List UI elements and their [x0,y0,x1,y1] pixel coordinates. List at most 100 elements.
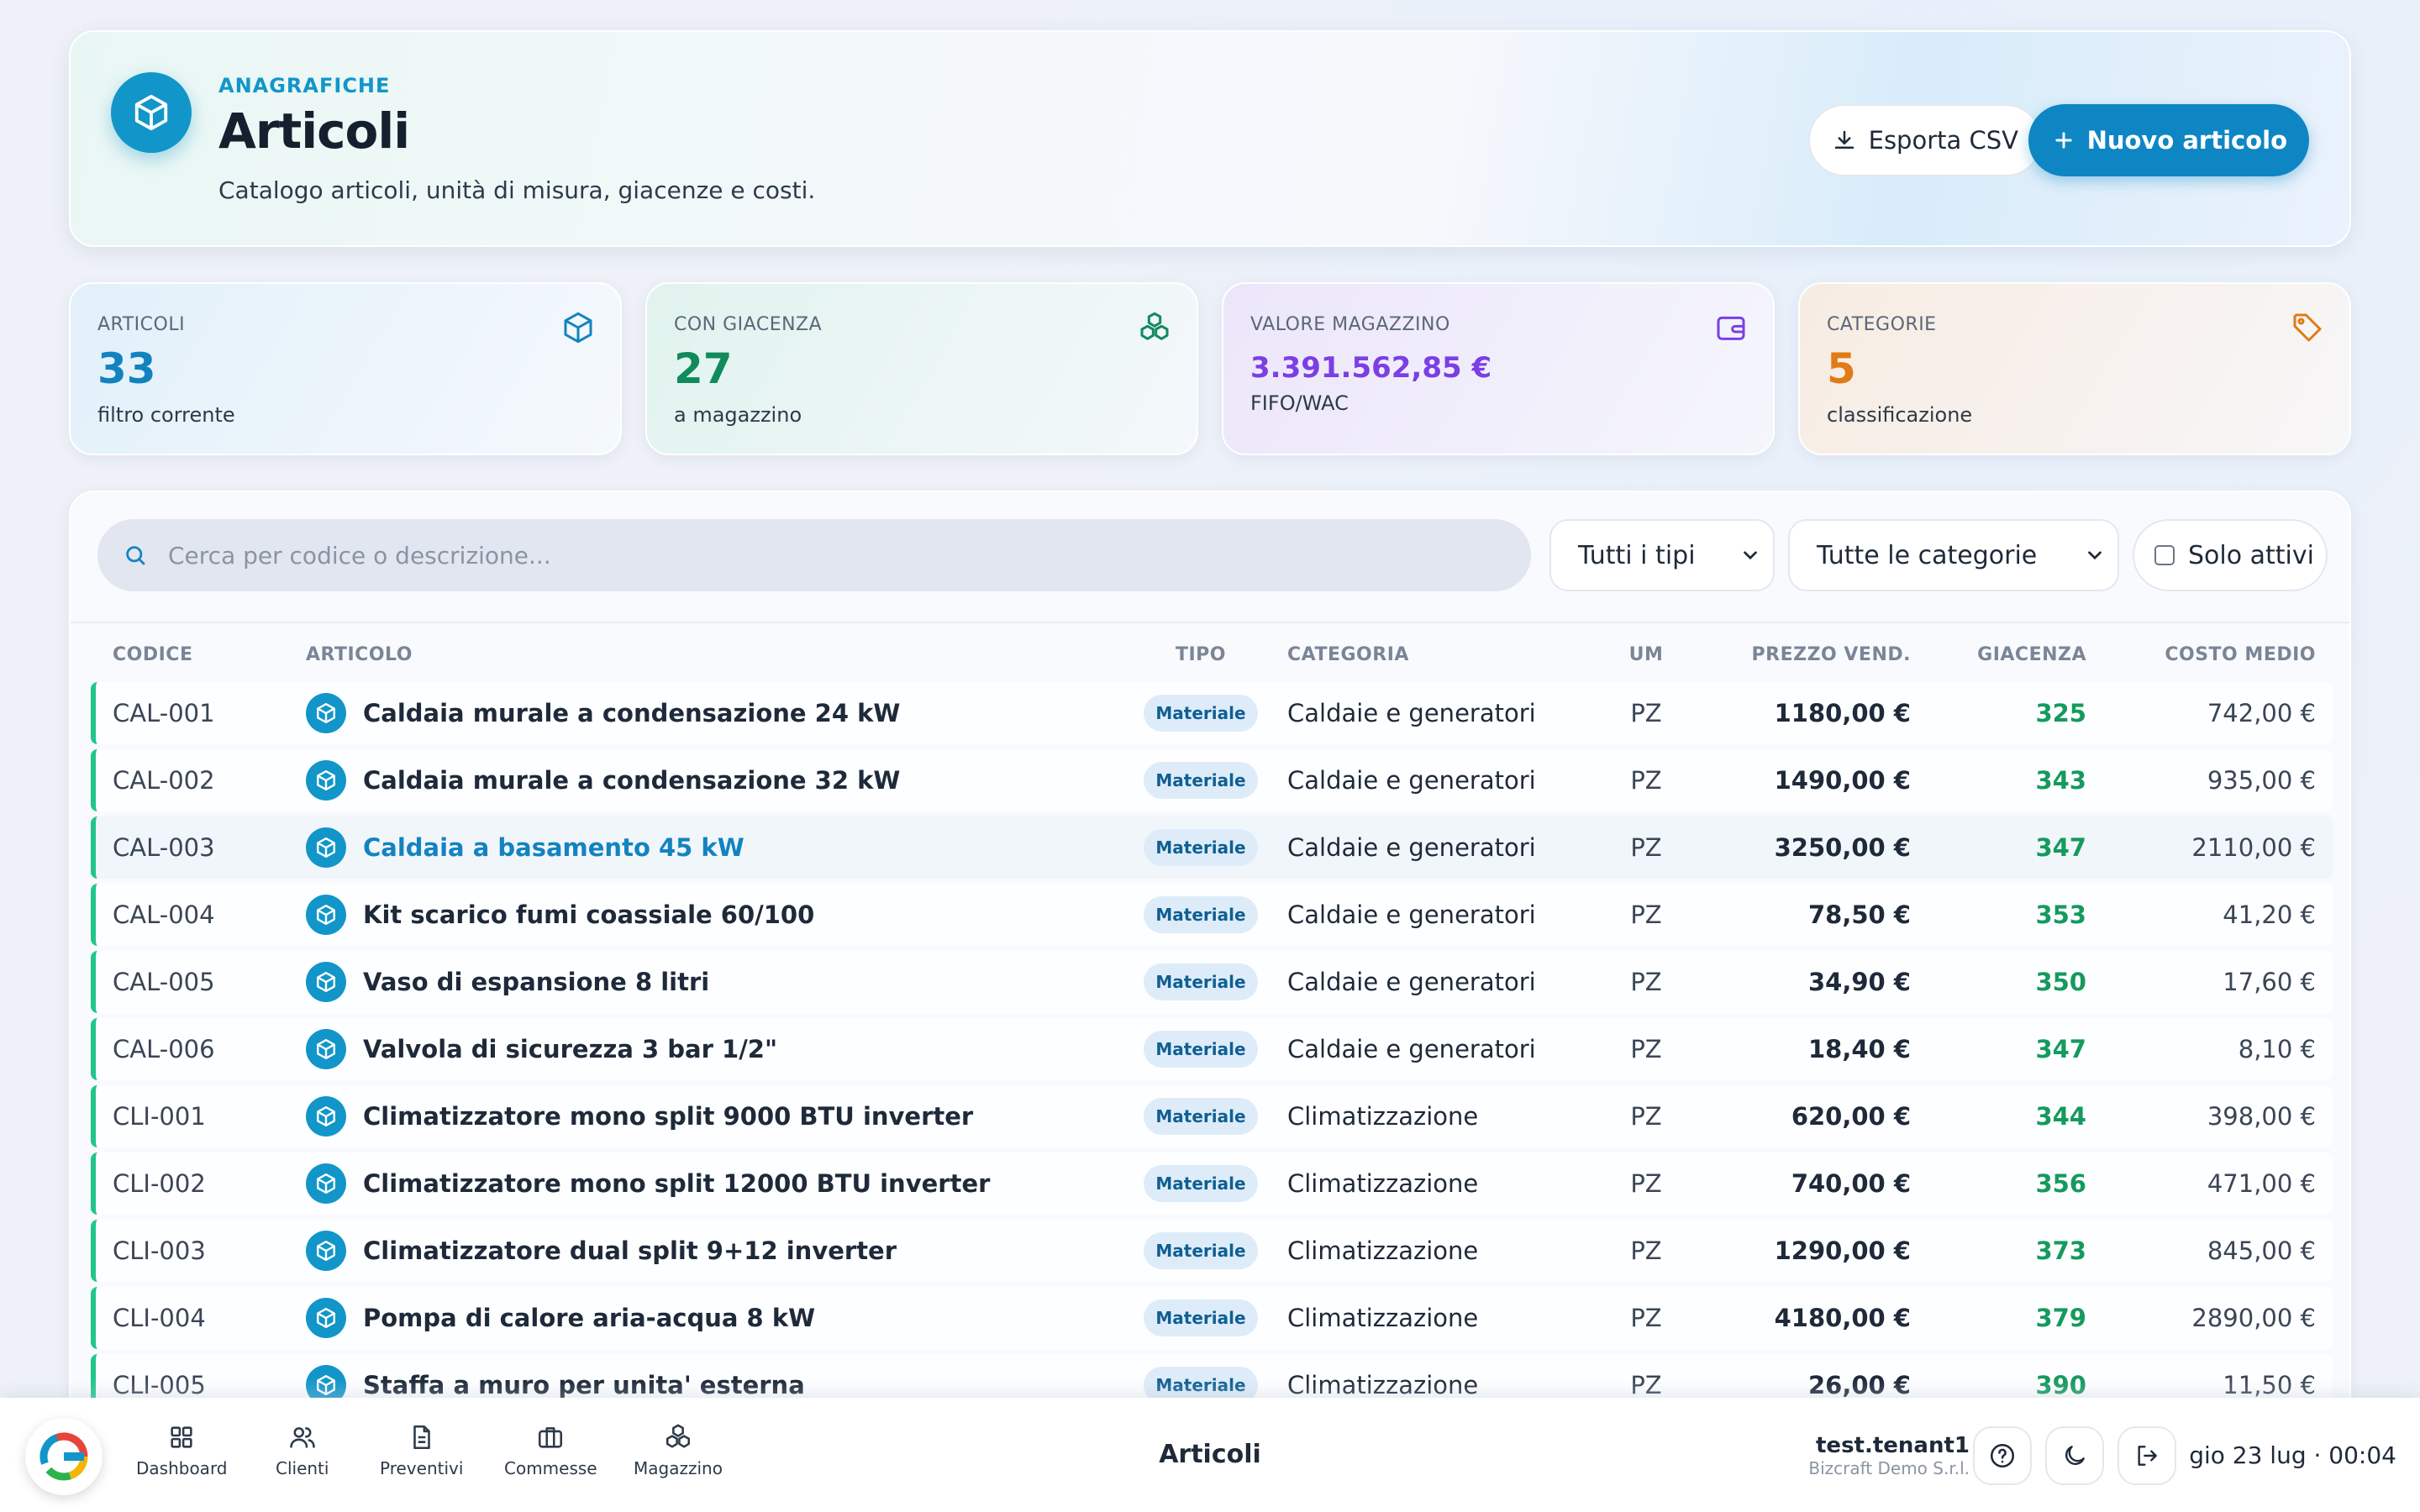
new-article-button[interactable]: Nuovo articolo [2028,104,2309,176]
cell-code: CAL-001 [91,682,306,744]
active-only-toggle[interactable]: Solo attivi [2133,519,2328,591]
col-header-type[interactable]: TIPO [1138,632,1264,677]
col-header-um[interactable]: UM [1600,632,1692,677]
table-header: CODICE ARTICOLO TIPO CATEGORIA UM PREZZO… [91,632,2333,677]
table-row[interactable]: CLI-001 Climatizzatore mono split 9000 BT… [91,1085,2333,1147]
cell-stock: 347 [1911,1018,2086,1080]
help-button[interactable] [1973,1426,2032,1485]
user-info[interactable]: test.tenant1 Bizcraft Demo S.r.l. [1808,1433,1970,1478]
article-name[interactable]: Caldaia murale a condensazione 24 kW [363,699,900,727]
cell-price: 3250,00 € [1692,816,1911,879]
cube-icon [306,1231,346,1271]
cube-icon [306,1163,346,1204]
cell-avg-cost: 471,00 € [2086,1152,2333,1215]
logout-button[interactable] [2118,1426,2176,1485]
article-name[interactable]: Valvola di sicurezza 3 bar 1/2" [363,1035,777,1063]
stat-value: 5 [1827,344,1856,393]
cell-article[interactable]: Caldaia murale a condensazione 32 kW [306,749,1138,811]
cell-article[interactable]: Climatizzatore mono split 9000 BTU inver… [306,1085,1138,1147]
article-name[interactable]: Climatizzatore dual split 9+12 inverter [363,1236,897,1265]
cell-um: PZ [1600,816,1692,879]
cell-price: 1490,00 € [1692,749,1911,811]
table-row[interactable]: CLI-003 Climatizzatore dual split 9+12 in… [91,1220,2333,1282]
cell-article[interactable]: Pompa di calore aria-acqua 8 kW [306,1287,1138,1349]
cell-avg-cost: 845,00 € [2086,1220,2333,1282]
cell-um: PZ [1600,884,1692,946]
article-name[interactable]: Vaso di espansione 8 litri [363,968,709,996]
cell-price: 1180,00 € [1692,682,1911,744]
cube-icon [306,693,346,733]
category-select[interactable]: Tutte le categorie [1788,519,2119,591]
export-csv-label: Esporta CSV [1868,126,2018,155]
type-badge: Materiale [1144,762,1258,799]
new-article-label: Nuovo articolo [2086,126,2287,155]
article-name[interactable]: Pompa di calore aria-acqua 8 kW [363,1304,815,1332]
article-name[interactable]: Climatizzatore mono split 12000 BTU inve… [363,1169,990,1198]
cell-article[interactable]: Vaso di espansione 8 litri [306,951,1138,1013]
stat-value: 33 [97,344,156,393]
search-input[interactable] [168,541,1428,570]
cell-avg-cost: 398,00 € [2086,1085,2333,1147]
cell-code: CLI-004 [91,1287,306,1349]
cell-article[interactable]: Climatizzatore mono split 12000 BTU inve… [306,1152,1138,1215]
cell-type: Materiale [1138,884,1264,946]
article-name[interactable]: Kit scarico fumi coassiale 60/100 [363,900,814,929]
chevron-down-icon [1744,551,1757,560]
plus-icon [2054,132,2072,149]
cell-price: 4180,00 € [1692,1287,1911,1349]
cell-code: CLI-001 [91,1085,306,1147]
export-csv-button[interactable]: Esporta CSV [1807,104,2042,176]
table-row[interactable]: CLI-004 Pompa di calore aria-acqua 8 kW Ma… [91,1287,2333,1349]
wallet-icon [1717,316,1745,340]
table-row[interactable]: CAL-006 Valvola di sicurezza 3 bar 1/2" Ma… [91,1018,2333,1080]
active-only-checkbox[interactable] [2154,545,2175,565]
cell-type: Materiale [1138,816,1264,879]
active-only-label: Solo attivi [2188,540,2314,570]
col-header-stock[interactable]: GIACENZA [1911,632,2086,677]
cell-stock: 325 [1911,682,2086,744]
dark-mode-button[interactable] [2045,1426,2104,1485]
cell-code: CAL-003 [91,816,306,879]
type-badge: Materiale [1144,829,1258,866]
divider [71,622,2349,623]
col-header-code[interactable]: CODICE [91,632,306,677]
cell-article[interactable]: Kit scarico fumi coassiale 60/100 [306,884,1138,946]
article-name[interactable]: Climatizzatore mono split 9000 BTU inver… [363,1102,973,1131]
cell-stock: 343 [1911,749,2086,811]
col-header-category[interactable]: CATEGORIA [1264,632,1600,677]
type-badge: Materiale [1144,896,1258,933]
articles-table: CODICE ARTICOLO TIPO CATEGORIA UM PREZZO… [91,627,2333,1421]
cell-article[interactable]: Climatizzatore dual split 9+12 inverter [306,1220,1138,1282]
table-row[interactable]: CAL-005 Vaso di espansione 8 litri Materia… [91,951,2333,1013]
cell-category: Climatizzazione [1264,1152,1600,1215]
cell-category: Caldaie e generatori [1264,951,1600,1013]
table-row[interactable]: CAL-002 Caldaia murale a condensazione 32… [91,749,2333,811]
cell-article[interactable]: Caldaia murale a condensazione 24 kW [306,682,1138,744]
table-row[interactable]: CAL-001 Caldaia murale a condensazione 24… [91,682,2333,744]
table-row[interactable]: CAL-004 Kit scarico fumi coassiale 60/100… [91,884,2333,946]
cell-type: Materiale [1138,749,1264,811]
table-row[interactable]: CLI-002 Climatizzatore mono split 12000 B… [91,1152,2333,1215]
cell-code: CLI-002 [91,1152,306,1215]
cell-price: 1290,00 € [1692,1220,1911,1282]
cell-article[interactable]: Caldaia a basamento 45 kW [306,816,1138,879]
cell-stock: 347 [1911,816,2086,879]
cell-um: PZ [1600,1152,1692,1215]
table-row[interactable]: CAL-003 Caldaia a basamento 45 kW Material… [91,816,2333,879]
search-bar[interactable] [97,519,1531,591]
cell-um: PZ [1600,1018,1692,1080]
cube-icon [111,72,192,153]
tag-icon [2293,313,2322,342]
article-name[interactable]: Staffa a muro per unita' esterna [363,1371,805,1399]
col-header-article[interactable]: ARTICOLO [306,632,1138,677]
cell-article[interactable]: Valvola di sicurezza 3 bar 1/2" [306,1018,1138,1080]
col-header-avg-cost[interactable]: COSTO MEDIO [2086,632,2333,677]
cell-type: Materiale [1138,951,1264,1013]
col-header-price[interactable]: PREZZO VEND. [1692,632,1911,677]
cell-category: Climatizzazione [1264,1287,1600,1349]
type-select[interactable]: Tutti i tipi [1549,519,1775,591]
page-header: ANAGRAFICHE Articoli Catalogo articoli, … [69,30,2351,247]
cell-stock: 379 [1911,1287,2086,1349]
article-name[interactable]: Caldaia murale a condensazione 32 kW [363,766,900,795]
article-name[interactable]: Caldaia a basamento 45 kW [363,833,744,862]
